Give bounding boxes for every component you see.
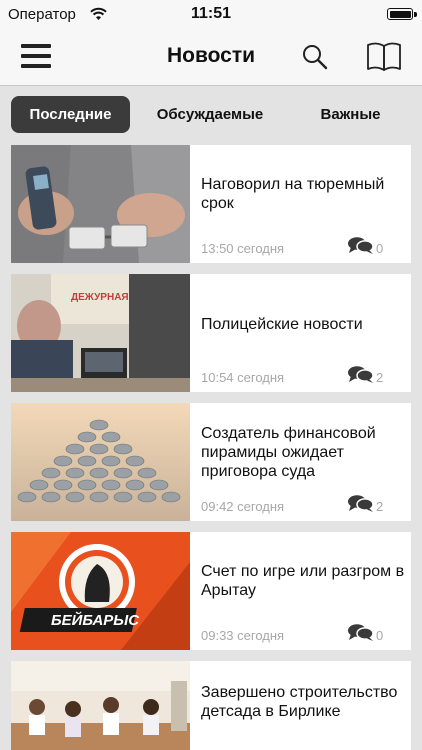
tab-important[interactable]: Важные: [300, 96, 401, 133]
search-icon[interactable]: [302, 44, 328, 70]
battery-icon: [387, 8, 417, 20]
article-time: 13:50 сегодня: [201, 241, 285, 256]
comments-icon: [348, 366, 374, 383]
comments-icon: [348, 237, 374, 254]
article-time: 09:42 сегодня: [201, 499, 285, 514]
article-title: Завершено строительство детсада в Бирлик…: [201, 684, 398, 720]
comment-count: 2: [376, 499, 384, 514]
team-logo-text: БЕЙБАРЫС: [51, 611, 140, 629]
clock: 11:51: [190, 5, 232, 22]
article-image: [11, 403, 190, 521]
tab-bar: Последние Обсуждаемые Важные: [0, 87, 422, 144]
comment-count: 2: [376, 370, 384, 385]
navigation-bar: Новости: [0, 30, 422, 86]
tab-discussed[interactable]: Обсуждаемые: [145, 96, 275, 133]
article-image: [11, 145, 190, 263]
article-image: БЕЙБАРЫС: [11, 532, 190, 650]
article-time: 09:33 сегодня: [201, 628, 285, 643]
news-card[interactable]: Завершено строительство детсада в Бирлик…: [11, 661, 411, 750]
comment-count: 0: [376, 241, 384, 256]
news-card[interactable]: Создатель финансовой пирамиды ожидает пр…: [11, 403, 411, 521]
article-title: Счет по игре или разгром в Арытау: [201, 563, 405, 599]
book-icon[interactable]: [366, 41, 402, 71]
article-title: Наговорил на тюремный срок: [201, 176, 385, 212]
article-image: ДЕЖУРНАЯ ЧАСТЬ: [11, 274, 190, 392]
news-card[interactable]: Наговорил на тюремный срок 13:50 сегодня…: [11, 145, 411, 263]
status-bar: Оператор 11:51: [0, 0, 422, 30]
news-card[interactable]: ДЕЖУРНАЯ ЧАСТЬ Полицейские новости 10:54…: [11, 274, 411, 392]
article-time: 10:54 сегодня: [201, 370, 285, 385]
article-title: Создатель финансовой пирамиды ожидает пр…: [201, 425, 376, 480]
article-title: Полицейские новости: [201, 316, 363, 333]
comment-count: 0: [376, 628, 384, 643]
page-title: Новости: [166, 44, 256, 67]
news-card[interactable]: БЕЙБАРЫС Счет по игре или разгром в Арыт…: [11, 532, 411, 650]
tab-latest[interactable]: Последние: [11, 96, 130, 133]
article-image: [11, 661, 190, 750]
comments-icon: [348, 495, 374, 512]
comments-icon: [348, 624, 374, 641]
